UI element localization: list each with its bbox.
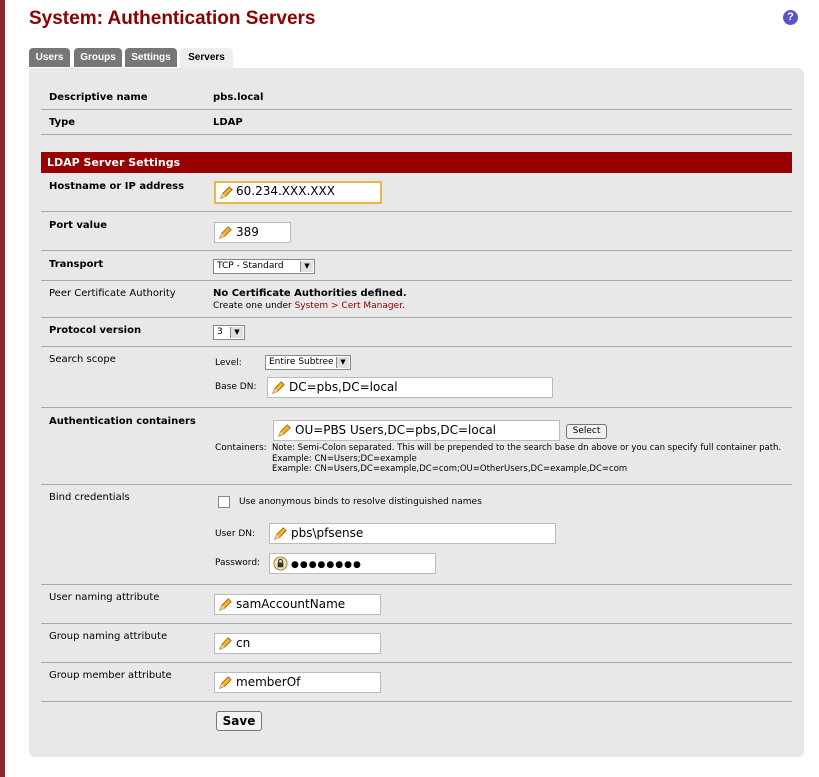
chevron-down-icon: ▼: [336, 357, 349, 368]
containers-note-1: Note: Semi-Colon separated. This will be…: [272, 443, 782, 453]
base-dn-label: Base DN:: [215, 382, 257, 392]
pencil-icon: [278, 424, 291, 437]
pencil-icon: [274, 527, 287, 540]
group-naming-value: cn: [236, 636, 251, 650]
type-value: LDAP: [213, 117, 243, 128]
containers-input[interactable]: OU=PBS Users,DC=pbs,DC=local: [273, 420, 560, 441]
peer-ca-create-prefix: Create one under: [213, 301, 295, 311]
search-scope-label: Search scope: [49, 354, 116, 365]
lock-icon: [273, 556, 288, 571]
page-title: System: Authentication Servers: [29, 8, 316, 29]
base-dn-input[interactable]: DC=pbs,DC=local: [267, 377, 553, 398]
peer-ca-create-suffix: .: [401, 301, 405, 311]
row-descriptive-name: [41, 84, 792, 110]
tab-users[interactable]: Users: [29, 48, 70, 67]
password-label: Password:: [215, 558, 261, 568]
protocol-label: Protocol version: [49, 325, 142, 336]
level-label: Level:: [215, 358, 242, 368]
group-naming-input[interactable]: cn: [214, 633, 381, 654]
port-value: 389: [236, 225, 259, 239]
row-type: [41, 110, 792, 135]
pencil-icon: [272, 381, 285, 394]
row-peer-ca: [41, 281, 792, 318]
transport-value: TCP - Standard: [217, 261, 284, 271]
level-select[interactable]: Entire Subtree ▼: [265, 355, 351, 370]
group-member-value: memberOf: [236, 675, 301, 689]
peer-ca-create-text: Create one under System > Cert Manager.: [213, 301, 405, 311]
protocol-select[interactable]: 3 ▼: [213, 325, 245, 340]
descriptive-name-value: pbs.local: [213, 92, 264, 103]
user-dn-label: User DN:: [215, 529, 256, 539]
port-input[interactable]: 389: [214, 222, 291, 243]
select-containers-button[interactable]: Select: [566, 424, 607, 439]
peer-ca-label: Peer Certificate Authority: [49, 288, 176, 299]
bind-credentials-label: Bind credentials: [49, 492, 130, 503]
type-label: Type: [49, 117, 76, 128]
containers-note-2: Example: CN=Users;DC=example: [272, 454, 417, 464]
pencil-icon: [219, 676, 232, 689]
transport-select[interactable]: TCP - Standard ▼: [213, 259, 315, 274]
left-edge-bar: [0, 0, 5, 777]
row-hostname: [41, 173, 792, 212]
user-naming-input[interactable]: samAccountName: [214, 594, 381, 615]
port-label: Port value: [49, 220, 107, 231]
containers-label: Containers:: [215, 443, 267, 453]
row-group-naming: [41, 624, 792, 663]
pencil-icon: [219, 226, 232, 239]
row-port: [41, 212, 792, 251]
containers-note-3: Example: CN=Users,DC=example,DC=com;OU=O…: [272, 464, 628, 474]
save-button[interactable]: Save: [216, 711, 262, 731]
password-input[interactable]: ●●●●●●●●: [269, 553, 436, 574]
help-icon[interactable]: ?: [783, 10, 798, 25]
hostname-value: 60.234.XXX.XXX: [236, 184, 335, 198]
group-naming-label: Group naming attribute: [49, 631, 168, 642]
protocol-value: 3: [217, 327, 223, 337]
transport-label: Transport: [49, 259, 104, 270]
group-member-label: Group member attribute: [49, 670, 172, 681]
pencil-icon: [219, 637, 232, 650]
level-value: Entire Subtree: [269, 357, 334, 367]
group-member-input[interactable]: memberOf: [214, 672, 381, 693]
pencil-icon: [219, 598, 232, 611]
hostname-input[interactable]: 60.234.XXX.XXX: [214, 181, 382, 204]
base-dn-value: DC=pbs,DC=local: [289, 380, 398, 394]
row-user-naming: [41, 585, 792, 624]
row-protocol: [41, 318, 792, 347]
containers-value: OU=PBS Users,DC=pbs,DC=local: [295, 423, 496, 437]
tab-servers[interactable]: Servers: [180, 48, 233, 69]
tab-groups[interactable]: Groups: [74, 48, 122, 67]
descriptive-name-label: Descriptive name: [49, 92, 148, 103]
password-value: ●●●●●●●●: [291, 560, 362, 570]
user-naming-value: samAccountName: [236, 597, 346, 611]
row-transport: [41, 251, 792, 281]
anon-bind-checkbox[interactable]: [218, 496, 230, 508]
user-dn-value: pbs\pfsense: [291, 526, 364, 540]
user-naming-label: User naming attribute: [49, 592, 160, 603]
row-group-member: [41, 663, 792, 702]
chevron-down-icon: ▼: [300, 261, 313, 272]
auth-containers-label: Authentication containers: [49, 416, 196, 427]
ldap-section-header: LDAP Server Settings: [41, 152, 792, 173]
tab-settings[interactable]: Settings: [125, 48, 177, 67]
pencil-icon: [220, 186, 233, 199]
chevron-down-icon: ▼: [230, 327, 243, 338]
user-dn-input[interactable]: pbs\pfsense: [269, 523, 556, 544]
anon-bind-label: Use anonymous binds to resolve distingui…: [239, 497, 482, 507]
hostname-label: Hostname or IP address: [49, 181, 185, 192]
peer-ca-notice: No Certificate Authorities defined.: [213, 288, 407, 299]
cert-manager-link[interactable]: System > Cert Manager: [295, 301, 402, 311]
